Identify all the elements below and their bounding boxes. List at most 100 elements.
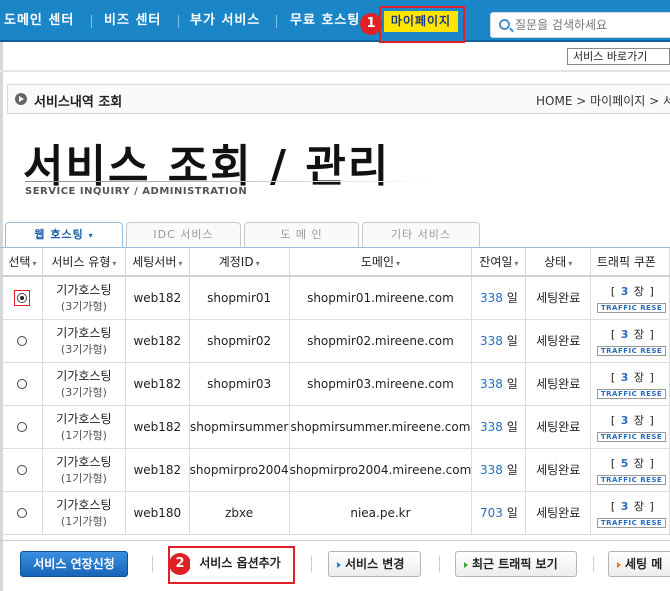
col-status[interactable]: 상태 ▾ — [525, 248, 591, 277]
domain-cell: shopmir01.mireene.com — [289, 276, 473, 320]
title-underline — [25, 181, 435, 182]
col-service-type[interactable]: 서비스 유형 ▾ — [42, 248, 126, 277]
nav-mypage[interactable]: 마이페이지 — [384, 11, 458, 32]
tab-other-services[interactable]: 기타 서비스 — [362, 222, 480, 248]
days-cell: 338 일 — [471, 276, 527, 320]
traffic-reserve-button: TRAFFIC RESE — [596, 474, 667, 485]
server-cell: web182 — [125, 405, 190, 449]
bullet-arrow-icon — [15, 93, 27, 105]
col-select[interactable]: 선택 ▾ — [3, 248, 43, 277]
account-id-cell: shopmir03 — [189, 362, 290, 406]
page-title: 서비스 조회 / 관리 — [23, 141, 391, 192]
coupon-cell[interactable]: [ 3 장 ] TRAFFIC RESE — [590, 319, 670, 363]
nav-domain-center[interactable]: 도메인 센터 — [4, 12, 74, 30]
table-header-row: 선택 ▾ 서비스 유형 ▾ 세팅서버 ▾ 계정ID ▾ 도메인 ▾ 잔여일 ▾ 상태 ▾ 트래… — [3, 248, 670, 277]
search-box[interactable] — [490, 12, 670, 38]
coupon-cell[interactable]: [ 3 장 ] TRAFFIC RESE — [590, 362, 670, 406]
section-title: 서비스내역 조회 — [34, 95, 123, 110]
row-radio[interactable] — [17, 292, 28, 303]
table-row: 기가호스팅 (1기가형) web180 zbxe niea.pe.kr 703 일… — [3, 491, 670, 535]
arrow-right-icon — [337, 561, 341, 568]
recent-traffic-button[interactable]: 최근 트래픽 보기 — [455, 551, 577, 577]
col-domain[interactable]: 도메인 ▾ — [289, 248, 473, 277]
status-cell: 세팅완료 — [525, 276, 591, 320]
arrow-right-icon — [617, 561, 621, 568]
account-id-cell: shopmir01 — [189, 276, 290, 320]
row-radio[interactable] — [17, 336, 28, 346]
service-shortcut-select[interactable]: 서비스 바로가기 — [567, 48, 670, 65]
service-plan: (3기가형) — [60, 386, 107, 399]
tab-domain[interactable]: 도 메 인 — [244, 222, 359, 248]
add-option-button[interactable]: 서비스 옵션추가 — [190, 551, 290, 577]
nav-biz-center[interactable]: 비즈 센터 — [104, 12, 161, 30]
account-id-cell: shopmirpro2004 — [189, 448, 290, 492]
service-type: 기가호스팅 — [56, 369, 112, 383]
service-type: 기가호스팅 — [56, 283, 112, 298]
traffic-reserve-button: TRAFFIC RESE — [596, 302, 667, 313]
col-traffic-coupon[interactable]: 트래픽 쿠폰 — [590, 248, 670, 277]
table-row: 기가호스팅 (1기가형) web182 shopmirsummer shopmir… — [3, 405, 670, 449]
days-cell: 338 일 — [471, 405, 527, 449]
row-radio[interactable] — [17, 465, 28, 475]
divider — [0, 540, 670, 541]
service-plan: (1기가형) — [60, 515, 107, 528]
button-separator — [152, 556, 153, 572]
divider — [0, 70, 670, 72]
account-id-cell: shopmirsummer — [189, 405, 290, 449]
setting-menu-button[interactable]: 세팅 메 — [608, 551, 670, 577]
service-table: 선택 ▾ 서비스 유형 ▾ 세팅서버 ▾ 계정ID ▾ 도메인 ▾ 잔여일 ▾ 상태 ▾ 트래… — [3, 248, 670, 535]
traffic-reserve-button: TRAFFIC RESE — [596, 388, 667, 399]
domain-cell: shopmir02.mireene.com — [289, 319, 473, 363]
status-cell: 세팅완료 — [525, 362, 591, 406]
days-cell: 338 일 — [471, 319, 527, 363]
button-separator — [593, 556, 594, 572]
col-account-id[interactable]: 계정ID ▾ — [189, 248, 290, 277]
change-service-button[interactable]: 서비스 변경 — [328, 551, 421, 577]
status-cell: 세팅완료 — [525, 405, 591, 449]
coupon-cell[interactable]: [ 3 장 ] TRAFFIC RESE — [590, 491, 670, 535]
traffic-reserve-button: TRAFFIC RESE — [596, 517, 667, 528]
server-cell: web182 — [125, 448, 190, 492]
search-input[interactable] — [515, 16, 665, 34]
days-cell: 703 일 — [471, 491, 527, 535]
status-cell: 세팅완료 — [525, 491, 591, 535]
coupon-cell[interactable]: [ 3 장 ] TRAFFIC RESE — [590, 276, 670, 320]
tab-idc-service[interactable]: IDC 서비스 — [126, 222, 241, 248]
row-radio[interactable] — [17, 379, 28, 389]
account-id-cell: shopmir02 — [189, 319, 290, 363]
button-separator — [311, 556, 312, 572]
domain-cell: shopmir03.mireene.com — [289, 362, 473, 406]
service-plan: (1기가형) — [60, 429, 107, 442]
page-header-bar: 서비스내역 조회 HOME > 마이페이지 > 서 — [7, 84, 670, 114]
server-cell: web182 — [125, 276, 190, 320]
server-cell: web180 — [125, 491, 190, 535]
table-row: 기가호스팅 (1기가형) web182 shopmirpro2004 shopmi… — [3, 448, 670, 492]
page-subtitle: SERVICE INQUIRY / ADMINISTRATION — [25, 186, 248, 197]
server-cell: web182 — [125, 362, 190, 406]
col-remaining-days[interactable]: 잔여일 ▾ — [471, 248, 527, 277]
table-row: 기가호스팅 (3기가형) web182 shopmir03 shopmir03.m… — [3, 362, 670, 406]
account-id-cell: zbxe — [189, 491, 290, 535]
traffic-reserve-button: TRAFFIC RESE — [596, 345, 667, 356]
button-separator — [439, 556, 440, 572]
row-radio[interactable] — [17, 508, 28, 518]
arrow-right-icon — [464, 561, 468, 568]
coupon-cell[interactable]: [ 3 장 ] TRAFFIC RESE — [590, 405, 670, 449]
breadcrumb: HOME > 마이페이지 > 서 — [536, 94, 670, 108]
service-plan: (1기가형) — [60, 472, 107, 485]
tab-web-hosting[interactable]: 웹 호스팅 ▾ — [5, 222, 123, 249]
extend-service-button[interactable]: 서비스 연장신청 — [20, 551, 128, 577]
coupon-cell[interactable]: [ 5 장 ] TRAFFIC RESE — [590, 448, 670, 492]
domain-cell: niea.pe.kr — [289, 491, 473, 535]
domain-cell: shopmirpro2004.mireene.com — [289, 448, 473, 492]
table-row: 기가호스팅 (3기가형) web182 shopmir02 shopmir02.m… — [3, 319, 670, 363]
service-type: 기가호스팅 — [56, 498, 112, 512]
col-server[interactable]: 세팅서버 ▾ — [125, 248, 190, 277]
nav-separator — [178, 15, 179, 28]
nav-addon-services[interactable]: 부가 서비스 — [190, 12, 260, 30]
service-type: 기가호스팅 — [56, 412, 112, 426]
nav-free-hosting[interactable]: 무료 호스팅 — [290, 12, 360, 30]
row-radio[interactable] — [17, 422, 28, 432]
annotation-badge-1: 1 — [360, 13, 382, 35]
status-cell: 세팅완료 — [525, 319, 591, 363]
